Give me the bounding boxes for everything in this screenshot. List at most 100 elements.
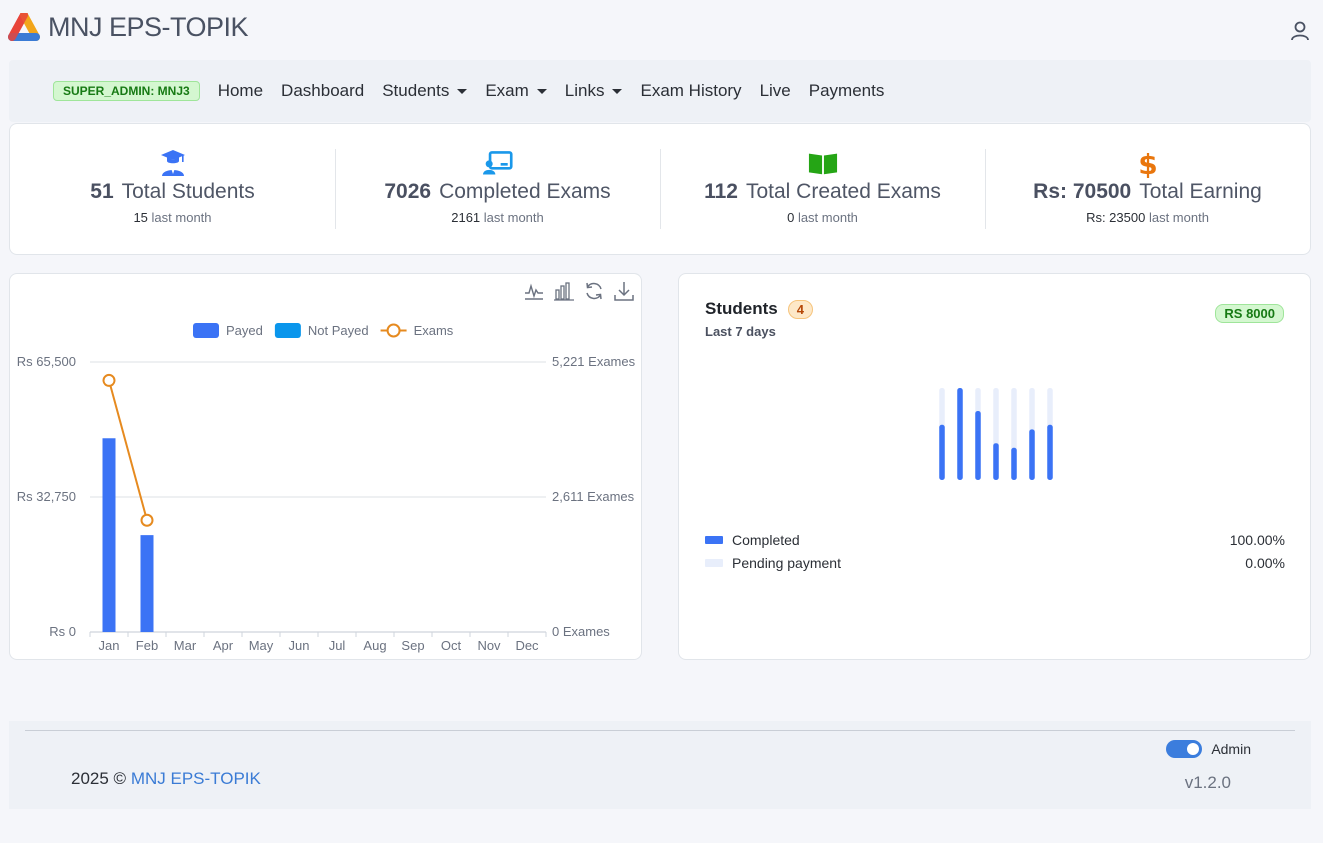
bar-payed[interactable] [102,438,116,632]
x-tick-label: Jun [289,638,310,653]
refresh-icon[interactable] [583,280,605,302]
nav-home[interactable]: Home [218,81,263,101]
graduate-icon [158,148,188,178]
nav-links: Home Dashboard Students Exam Links Exam … [218,81,903,101]
x-tick-label: Jan [99,638,120,653]
main-navbar: SUPER_ADMIN: MNJ3 Home Dashboard Student… [9,60,1311,122]
top-bar: MNJ EPS-TOPIK [0,0,1323,58]
bar-completed[interactable] [939,424,945,480]
logo-icon [8,12,40,41]
legend-swatch [705,559,723,567]
nav-live[interactable]: Live [760,81,791,101]
nav-links-dropdown[interactable]: Links [565,81,623,101]
stat-sub-value: 2161 [451,210,481,225]
bar-completed[interactable] [993,443,999,480]
version-label: v1.2.0 [1184,773,1231,792]
stat-sub-value: 0 [787,210,795,225]
nav-students-dropdown[interactable]: Students [382,81,468,101]
caret-down-icon [457,88,468,94]
nav-exam-history[interactable]: Exam History [640,81,741,101]
svg-text:Payed: Payed [226,323,263,338]
bar-completed[interactable] [975,411,981,480]
footer-divider [25,730,1295,731]
stat-value: 51 [90,180,114,203]
stat-label: Total Created Exams [745,180,941,203]
download-icon[interactable] [613,280,635,302]
y-left-tick: Rs 32,750 [17,489,76,504]
brand-title: MNJ EPS-TOPIK [48,12,249,42]
bar-completed[interactable] [957,388,963,480]
bar-completed[interactable] [1047,424,1053,480]
x-tick-label: Mar [174,638,197,653]
stat-label: Total Students [121,180,255,203]
brand[interactable]: MNJ EPS-TOPIK [8,12,249,43]
user-icon[interactable] [1289,20,1311,42]
legend-item-payed[interactable]: Payed [193,323,263,338]
bar-chart-icon[interactable] [553,280,575,302]
svg-text:Exams: Exams [414,323,454,338]
bar-completed[interactable] [1011,447,1017,480]
x-tick-label: May [249,638,274,653]
copyright: 2025 © MNJ EPS-TOPIK [71,769,261,788]
stat-sub-value: Rs: 23500 [1086,210,1146,225]
footer: 2025 © MNJ EPS-TOPIK Admin v1.2.0 [9,721,1311,809]
stat-created-exams: 112 Total Created Exams 0 last month [660,124,985,254]
stat-sub-label: last month [483,210,544,225]
nav-dashboard[interactable]: Dashboard [281,81,364,101]
stat-sub-label: last month [1148,210,1209,225]
caret-down-icon [536,88,547,94]
x-tick-label: Nov [477,638,501,653]
stat-completed-exams: 7026 Completed Exams 2161 last month [335,124,660,254]
legend-percent: 0.00% [1245,555,1285,571]
bar-completed[interactable] [1029,429,1035,480]
stat-value: 112 [704,180,738,203]
stat-sub-label: last month [151,210,212,225]
monthly-chart: Payed Not Payed Exams Rs 0 0 Exames Rs 32,750… [17,323,636,653]
stat-value: Rs: 70500 [1033,180,1132,203]
stat-sub-value: 15 [133,210,148,225]
y-right-tick: 2,611 Exames [552,489,635,504]
admin-toggle[interactable] [1166,740,1203,758]
legend-pending-payment: Pending payment 0.00% [705,555,1285,571]
x-tick-label: Jul [329,638,346,653]
svg-text:$: $ [1138,148,1157,178]
x-tick-label: Sep [401,638,424,653]
legend-item-exams[interactable]: Exams [380,323,454,338]
x-tick-label: Dec [515,638,539,653]
y-right-tick: 0 Exames [552,624,610,639]
point-exams[interactable] [140,513,154,527]
point-exams[interactable] [102,373,116,387]
legend-swatch [705,536,723,544]
x-tick-label: Apr [213,638,234,653]
x-tick-label: Oct [441,638,462,653]
stat-label: Total Earning [1139,180,1262,203]
y-left-tick: Rs 65,500 [17,354,76,369]
nav-payments[interactable]: Payments [809,81,885,101]
legend-completed: Completed 100.00% [705,532,1285,548]
admin-toggle-group: Admin [1166,740,1251,758]
y-left-tick: Rs 0 [49,624,76,639]
dollar-icon: $ [1133,148,1163,178]
stat-value: 7026 [384,180,432,203]
nav-exam-dropdown[interactable]: Exam [485,81,547,101]
bar-payed[interactable] [140,535,154,632]
legend-item-not-payed[interactable]: Not Payed [274,323,369,338]
y-right-tick: 5,221 Exames [552,354,636,369]
stat-total-earning: $ Rs: 70500 Total Earning Rs: 23500 last … [985,124,1310,254]
chart-toolbox [515,280,635,302]
line-chart-icon[interactable] [523,280,545,302]
line-exams [108,380,148,521]
footer-brand-link[interactable]: MNJ EPS-TOPIK [131,769,261,788]
stats-card: 51 Total Students 15 last month 7026 Compl… [9,123,1311,255]
stat-sub-label: last month [797,210,858,225]
students-card: Students 4 Last 7 days RS 8000 Completed… [678,273,1311,660]
presentation-icon [482,148,513,178]
legend-percent: 100.00% [1229,532,1285,548]
book-icon [808,148,838,178]
x-tick-label: Feb [136,638,158,653]
admin-toggle-label: Admin [1211,741,1251,757]
monthly-chart-card: Payed Not Payed Exams Rs 0 0 Exames Rs 32,750… [9,273,642,660]
stat-label: Completed Exams [439,180,611,203]
caret-down-icon [612,88,623,94]
x-tick-label: Aug [363,638,386,653]
